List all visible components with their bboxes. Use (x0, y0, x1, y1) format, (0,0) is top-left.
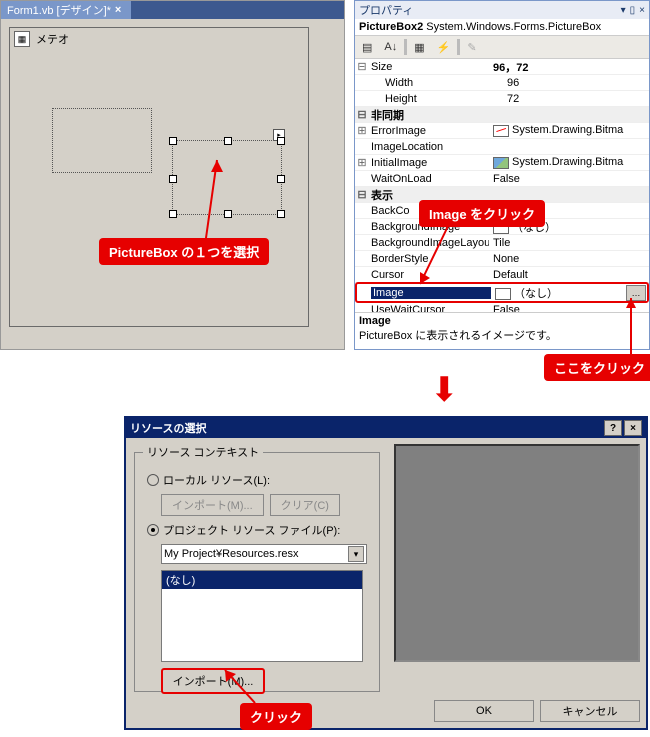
callout-arrow (0, 0, 650, 737)
